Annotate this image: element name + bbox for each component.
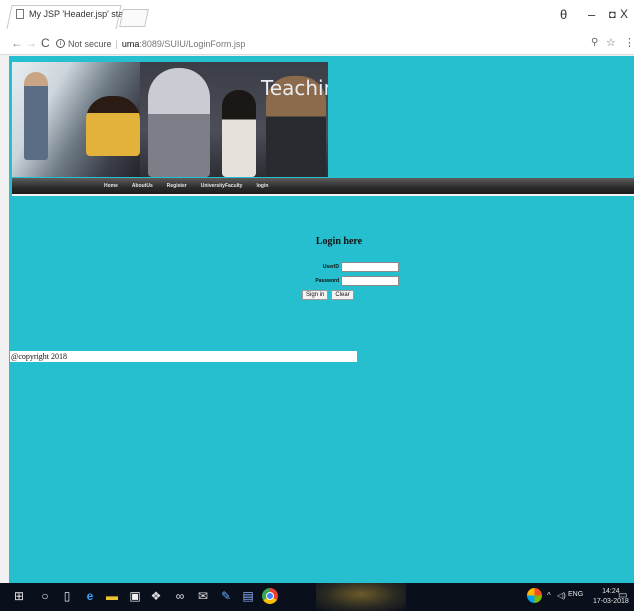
userid-row: UserID	[279, 261, 399, 273]
banner-title: Teaching	[261, 76, 328, 100]
edge-icon[interactable]: e	[83, 589, 97, 603]
tab-strip: My JSP 'Header.jsp' starti X θ – ◘ X	[0, 0, 634, 33]
sign-in-button[interactable]: Sign in	[302, 290, 329, 300]
zoom-icon[interactable]: ⚲	[591, 37, 598, 48]
infinity-icon[interactable]: ∞	[173, 589, 187, 603]
back-arrow-icon[interactable]: ←	[11, 36, 23, 50]
star-icon[interactable]: ☆	[606, 36, 616, 49]
nav-link-home[interactable]: Home	[104, 183, 118, 189]
banner-man-figure	[148, 68, 210, 177]
url-host: uma	[121, 38, 140, 49]
profile-icon[interactable]: θ	[560, 7, 567, 22]
file-explorer-icon[interactable]: ▬	[105, 589, 119, 603]
banner-teacher-figure	[24, 72, 48, 160]
pen-icon[interactable]: ✎	[219, 589, 233, 603]
nav-link-login[interactable]: login	[256, 183, 268, 189]
url-path: :8089/SUIU/LoginForm.jsp	[139, 38, 246, 49]
site-navbar: Home AboutUs Register UniversityFaculty …	[12, 178, 634, 196]
info-icon[interactable]: i	[56, 39, 65, 48]
password-label: Password	[315, 278, 339, 284]
chrome-icon[interactable]	[262, 588, 278, 604]
nav-link-register[interactable]: Register	[167, 183, 187, 189]
banner-student-figure	[86, 96, 140, 156]
close-window-button[interactable]: X	[620, 7, 628, 21]
login-heading-wrap: Login here	[279, 236, 399, 247]
store-icon[interactable]: ▣	[128, 589, 142, 603]
userid-input[interactable]	[341, 262, 399, 272]
mail-icon[interactable]: ✉	[196, 589, 210, 603]
banner-photo-classroom	[12, 62, 140, 177]
language-indicator[interactable]: ENG	[568, 591, 583, 598]
userid-label: UserID	[322, 264, 339, 270]
login-form: UserID Password	[279, 261, 399, 289]
browser-toolbar: ← → C i Not secure | uma :8089/SUIU/Logi…	[0, 33, 634, 55]
form-buttons: Sign in Clear	[302, 290, 354, 300]
taskbar-background-image	[316, 583, 406, 611]
notification-icon[interactable]: ▭	[618, 590, 627, 601]
header-banner: Teaching	[12, 62, 328, 177]
new-tab-button[interactable]	[119, 9, 149, 27]
forward-arrow-icon[interactable]: →	[25, 36, 37, 50]
color-wheel-icon[interactable]	[527, 588, 542, 603]
page-viewport: Teaching Home AboutUs Register Universit…	[0, 56, 634, 583]
maximize-button[interactable]: ◘	[609, 9, 616, 21]
nav-link-university-faculty[interactable]: UniversityFaculty	[201, 183, 243, 189]
word-icon[interactable]: ▤	[241, 589, 255, 603]
clear-button[interactable]: Clear	[331, 290, 354, 300]
password-input[interactable]	[341, 276, 399, 286]
banner-boy-figure	[222, 90, 256, 177]
windows-taskbar: ⊞ ○ ▯ e ▬ ▣ ❖ ∞ ✉ ✎ ▤ ^ ◁) ENG 14:24 17-…	[0, 583, 634, 611]
copyright-footer: @copyright 2018	[10, 351, 357, 362]
nav-link-aboutus[interactable]: AboutUs	[132, 183, 153, 189]
minimize-button[interactable]: –	[588, 7, 595, 22]
tray-overflow-icon[interactable]: ^	[547, 591, 551, 600]
security-label: Not secure	[68, 38, 112, 49]
tab-title: My JSP 'Header.jsp' starti	[29, 9, 131, 19]
reload-icon[interactable]: C	[41, 36, 50, 50]
windows-start-icon[interactable]: ⊞	[12, 589, 26, 603]
page-body: Teaching Home AboutUs Register Universit…	[9, 56, 634, 583]
menu-icon[interactable]: ⋮	[624, 36, 634, 49]
password-row: Password	[279, 275, 399, 287]
address-bar[interactable]: i Not secure | uma :8089/SUIU/LoginForm.…	[56, 35, 626, 52]
dropbox-icon[interactable]: ❖	[149, 589, 163, 603]
task-view-icon[interactable]: ▯	[60, 589, 74, 603]
search-icon[interactable]: ○	[38, 589, 52, 603]
nav-links: Home AboutUs Register UniversityFaculty …	[104, 183, 268, 189]
omnibox-separator: |	[115, 38, 118, 49]
login-heading: Login here	[315, 236, 363, 247]
page-icon	[16, 9, 24, 19]
sound-icon[interactable]: ◁)	[557, 591, 566, 600]
